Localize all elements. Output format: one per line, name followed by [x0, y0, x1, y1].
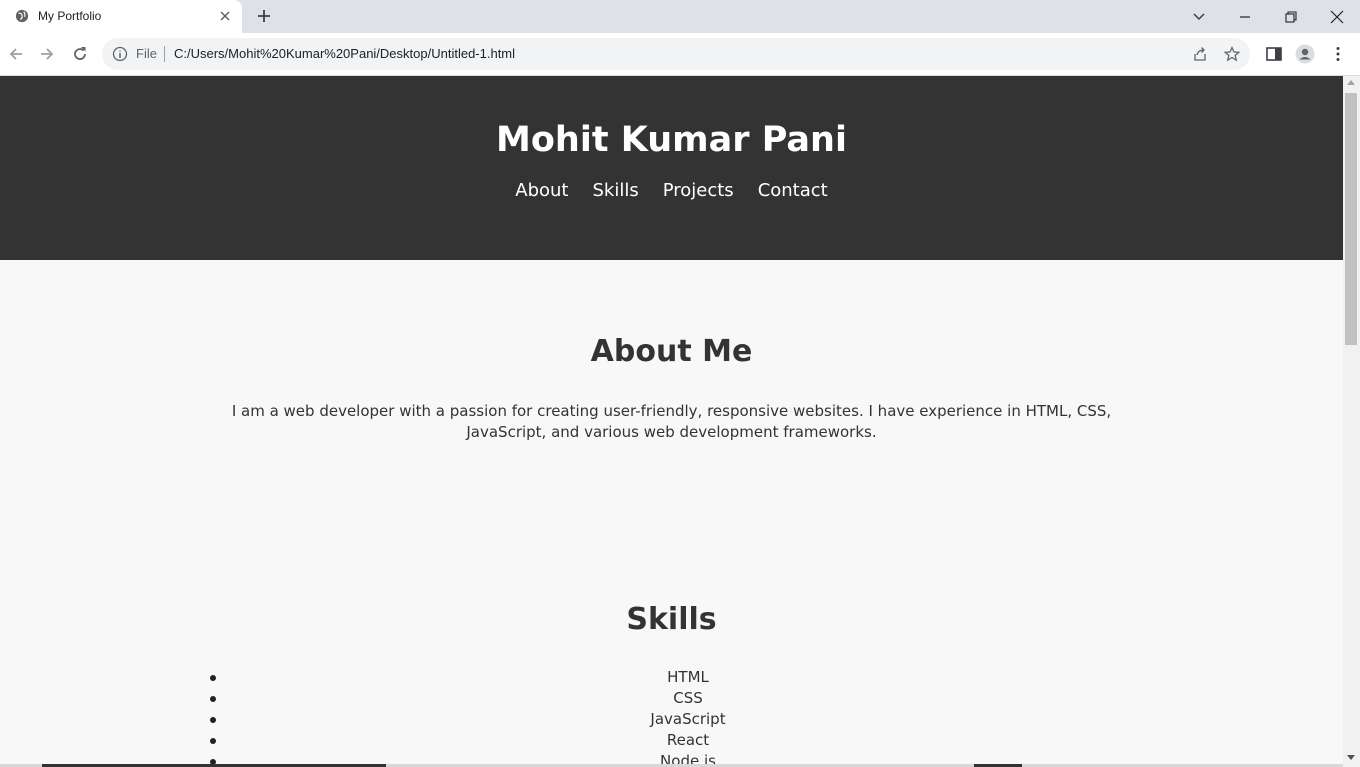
skills-list: HTML CSS JavaScript React Node.js: [0, 667, 1343, 767]
vertical-scrollbar[interactable]: [1343, 76, 1360, 767]
globe-icon: [15, 9, 29, 23]
restore-button[interactable]: [1268, 0, 1314, 33]
skill-label: JavaScript: [650, 710, 726, 728]
bullet-icon: [210, 717, 216, 723]
browser-toolbar: File C:/Users/Mohit%20Kumar%20Pani/Deskt…: [0, 33, 1360, 76]
skill-label: CSS: [673, 689, 703, 707]
list-item: HTML: [0, 667, 1343, 688]
browser-tab[interactable]: My Portfolio: [0, 0, 242, 33]
tab-search-button[interactable]: [1176, 0, 1222, 33]
side-panel-icon[interactable]: [1264, 44, 1284, 64]
bullet-icon: [210, 675, 216, 681]
chevron-down-icon: [1193, 12, 1205, 20]
about-text: I am a web developer with a passion for …: [231, 402, 1112, 441]
tab-strip: My Portfolio: [0, 0, 1360, 33]
back-arrow-icon[interactable]: [6, 44, 26, 64]
page-viewport: Mohit Kumar Pani About Skills Projects C…: [0, 76, 1343, 767]
bullet-icon: [210, 738, 216, 744]
site-header: Mohit Kumar Pani About Skills Projects C…: [0, 76, 1343, 260]
share-icon[interactable]: [1192, 46, 1208, 62]
skill-label: HTML: [667, 668, 709, 686]
list-item: CSS: [0, 688, 1343, 709]
reload-icon[interactable]: [70, 44, 90, 64]
list-item: React: [0, 730, 1343, 751]
more-menu-icon[interactable]: [1328, 44, 1348, 64]
restore-icon: [1285, 10, 1297, 23]
new-tab-icon[interactable]: [255, 7, 273, 25]
nav-link-contact[interactable]: Contact: [758, 180, 828, 201]
nav-link-about[interactable]: About: [515, 180, 568, 201]
url-text[interactable]: C:/Users/Mohit%20Kumar%20Pani/Desktop/Un…: [174, 46, 515, 61]
scroll-up-arrow-icon[interactable]: [1347, 80, 1355, 85]
bullet-icon: [210, 696, 216, 702]
scroll-down-arrow-icon[interactable]: [1347, 755, 1355, 760]
skill-label: React: [666, 731, 710, 749]
site-nav: About Skills Projects Contact: [0, 180, 1343, 201]
address-bar[interactable]: File C:/Users/Mohit%20Kumar%20Pani/Deskt…: [102, 38, 1250, 70]
bookmark-star-icon[interactable]: [1224, 46, 1240, 62]
omnibox-divider: [164, 46, 165, 62]
nav-link-skills[interactable]: Skills: [592, 180, 638, 201]
list-item: JavaScript: [0, 709, 1343, 730]
info-icon[interactable]: [112, 46, 128, 62]
scroll-thumb[interactable]: [1345, 93, 1357, 345]
minimize-icon: [1240, 15, 1250, 18]
tab-title: My Portfolio: [38, 9, 102, 23]
about-heading: About Me: [590, 334, 753, 369]
url-scheme-label: File: [136, 46, 157, 61]
forward-arrow-icon[interactable]: [37, 44, 57, 64]
nav-link-projects[interactable]: Projects: [663, 180, 734, 201]
site-title: Mohit Kumar Pani: [496, 120, 847, 160]
minimize-button[interactable]: [1222, 0, 1268, 33]
close-icon: [1330, 10, 1344, 23]
close-tab-icon[interactable]: [217, 8, 233, 24]
close-window-button[interactable]: [1314, 0, 1360, 33]
skills-heading: Skills: [626, 602, 717, 637]
profile-avatar-icon[interactable]: [1295, 44, 1315, 64]
